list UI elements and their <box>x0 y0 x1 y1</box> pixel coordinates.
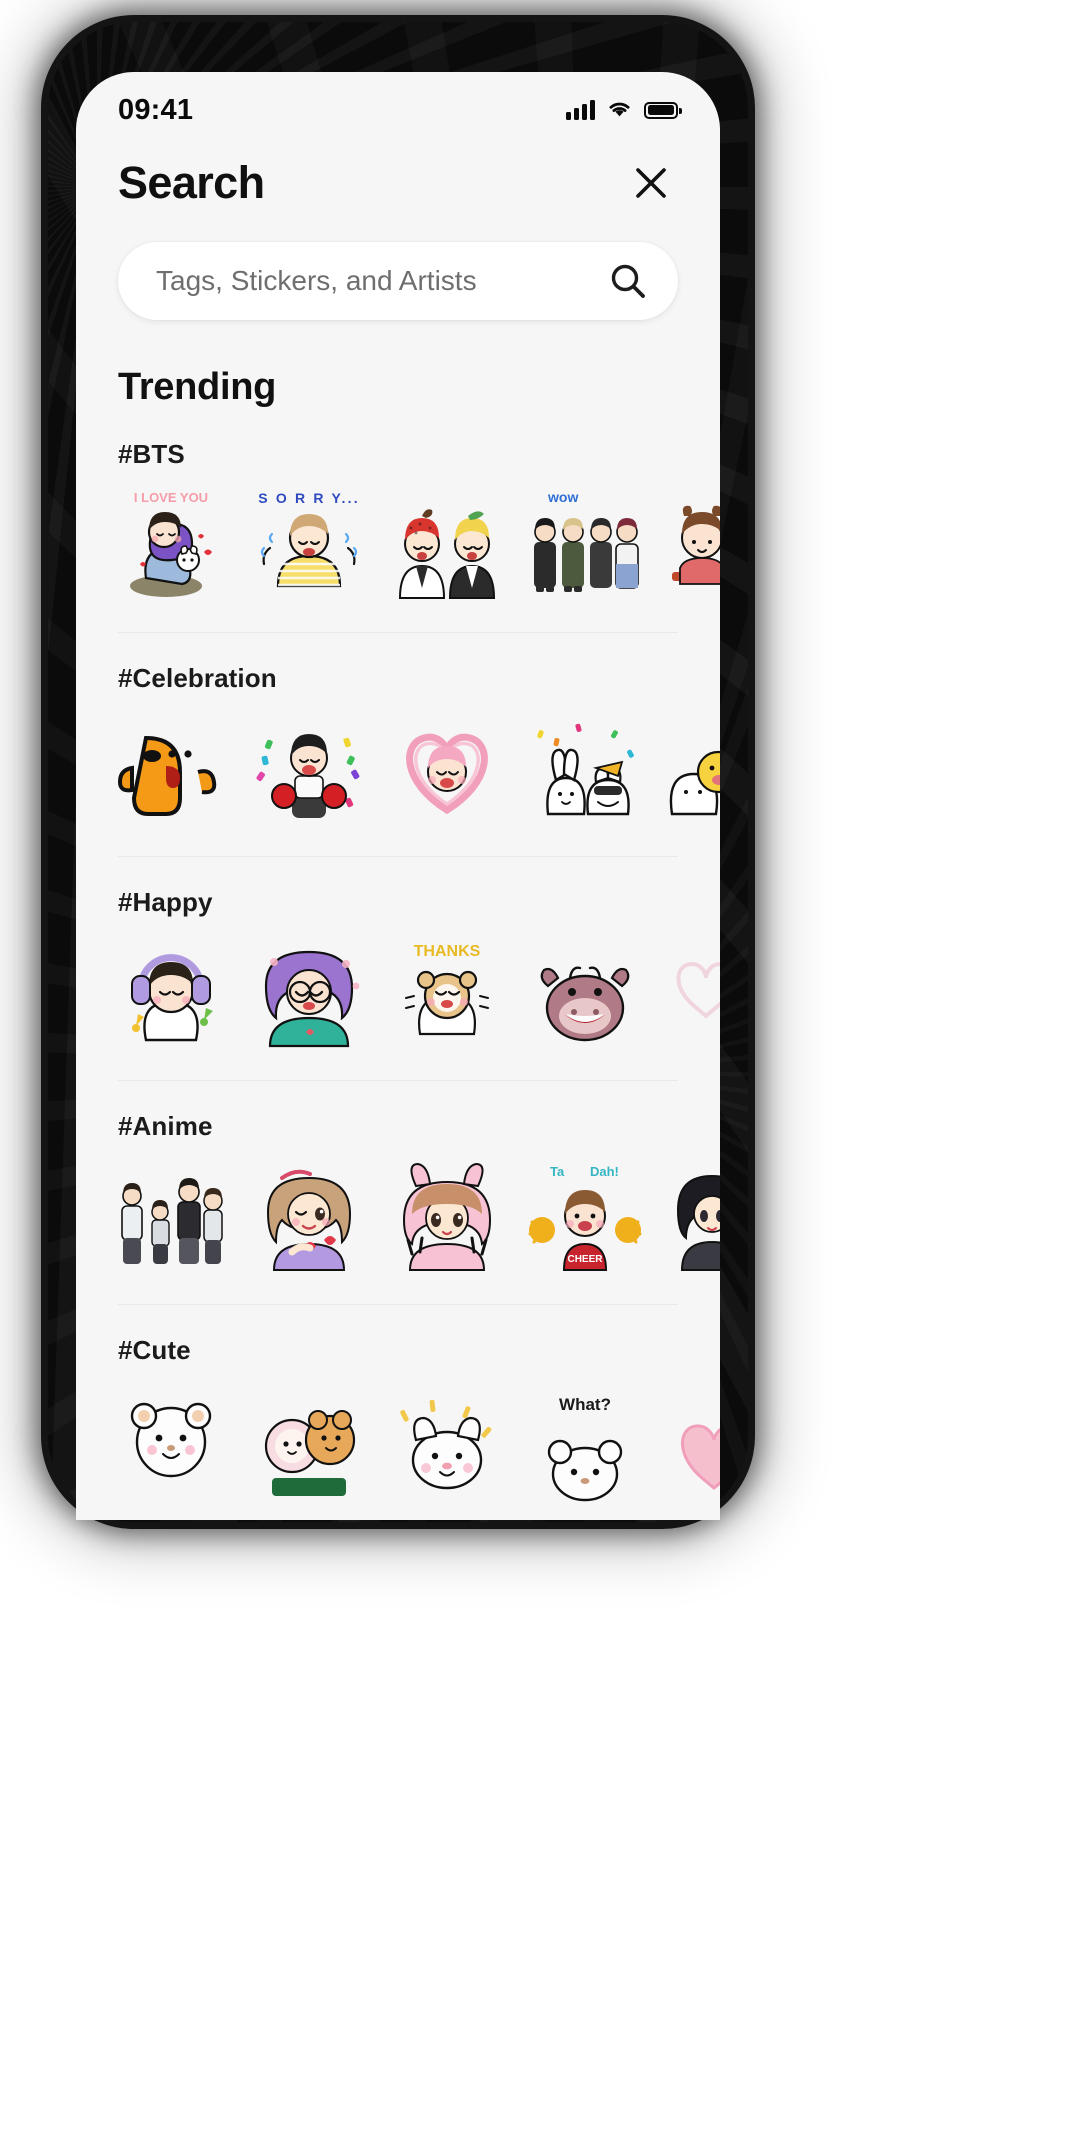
category-section-celebration: #Celebration <box>76 633 720 857</box>
sticker-strip[interactable]: I LOVE YOU S O R R Y... wow <box>76 470 720 608</box>
category-section-anime: #Anime Ta Dah! CHEER <box>76 1081 720 1305</box>
sticker-strip[interactable] <box>76 694 720 832</box>
phone-frame: 09:41 Search Tags, Stickers, and Artists… <box>48 22 748 1522</box>
sticker-item[interactable] <box>524 934 646 1056</box>
sticker-item[interactable]: What? <box>524 1382 646 1504</box>
sticker-item[interactable]: I LOVE YOU <box>110 486 232 608</box>
sticker-item[interactable] <box>386 1382 508 1504</box>
sticker-item[interactable]: wow <box>524 486 646 608</box>
category-section-cute: #Cute What? <box>76 1305 720 1504</box>
trending-content[interactable]: Trending #BTS I LOVE YOU S O R R Y... wo… <box>76 320 720 1520</box>
sticker-strip[interactable]: What? <box>76 1366 720 1504</box>
sticker-item[interactable] <box>248 1382 370 1504</box>
status-bar: 09:41 <box>76 72 720 134</box>
svg-text:THANKS: THANKS <box>414 943 481 960</box>
screenshot-stage: 09:41 Search Tags, Stickers, and Artists… <box>0 0 1080 2129</box>
battery-full-icon <box>644 101 682 119</box>
sticker-item[interactable] <box>662 486 720 608</box>
category-label[interactable]: #Cute <box>76 1335 720 1366</box>
sticker-item[interactable]: S O R R Y... <box>248 486 370 608</box>
close-button[interactable] <box>624 156 678 210</box>
sticker-item[interactable]: Ta Dah! CHEER <box>524 1158 646 1280</box>
trending-heading: Trending <box>118 366 277 408</box>
search-bar[interactable] <box>118 242 678 320</box>
sticker-item[interactable] <box>386 486 508 608</box>
svg-text:Ta: Ta <box>550 1164 565 1179</box>
sticker-item[interactable] <box>662 710 720 832</box>
sticker-strip[interactable]: Ta Dah! CHEER <box>76 1142 720 1280</box>
sticker-item[interactable] <box>110 710 232 832</box>
sticker-strip[interactable]: THANKS <box>76 918 720 1056</box>
svg-text:wow: wow <box>547 489 578 505</box>
category-label[interactable]: #Happy <box>76 887 720 918</box>
sticker-item[interactable] <box>110 934 232 1056</box>
phone-screen: 09:41 Search Tags, Stickers, and Artists… <box>76 72 720 1520</box>
svg-text:I LOVE YOU: I LOVE YOU <box>134 490 208 505</box>
wifi-icon <box>606 98 633 123</box>
sticker-item[interactable] <box>110 1158 232 1280</box>
svg-text:S O R R Y...: S O R R Y... <box>258 490 360 506</box>
search-input[interactable] <box>156 265 608 297</box>
sticker-item[interactable] <box>662 1382 720 1504</box>
sticker-item[interactable] <box>386 710 508 832</box>
sticker-item[interactable] <box>248 710 370 832</box>
svg-text:CHEER: CHEER <box>567 1254 603 1265</box>
sticker-item[interactable]: THANKS <box>386 934 508 1056</box>
sticker-item[interactable] <box>386 1158 508 1280</box>
close-x-icon <box>636 168 666 198</box>
status-bar-icons <box>566 98 682 123</box>
page-title: Search <box>118 157 265 208</box>
sticker-item[interactable] <box>248 1158 370 1280</box>
sticker-item[interactable] <box>524 710 646 832</box>
category-section-bts: #BTS I LOVE YOU S O R R Y... wow <box>76 409 720 633</box>
svg-text:Dah!: Dah! <box>590 1164 619 1179</box>
sticker-item[interactable] <box>662 1158 720 1280</box>
cellular-signal-icon <box>566 100 595 120</box>
search-bar-container <box>76 214 720 320</box>
category-label[interactable]: #BTS <box>76 439 720 470</box>
category-section-happy: #Happy THANKS <box>76 857 720 1081</box>
category-label[interactable]: #Celebration <box>76 663 720 694</box>
search-magnifier-icon[interactable] <box>608 261 648 301</box>
page-header: Search <box>76 134 720 214</box>
status-bar-time: 09:41 <box>118 93 194 126</box>
sticker-item[interactable] <box>662 934 720 1056</box>
category-label[interactable]: #Anime <box>76 1111 720 1142</box>
sticker-item[interactable] <box>110 1382 232 1504</box>
svg-text:What?: What? <box>559 1395 611 1414</box>
sticker-item[interactable] <box>248 934 370 1056</box>
